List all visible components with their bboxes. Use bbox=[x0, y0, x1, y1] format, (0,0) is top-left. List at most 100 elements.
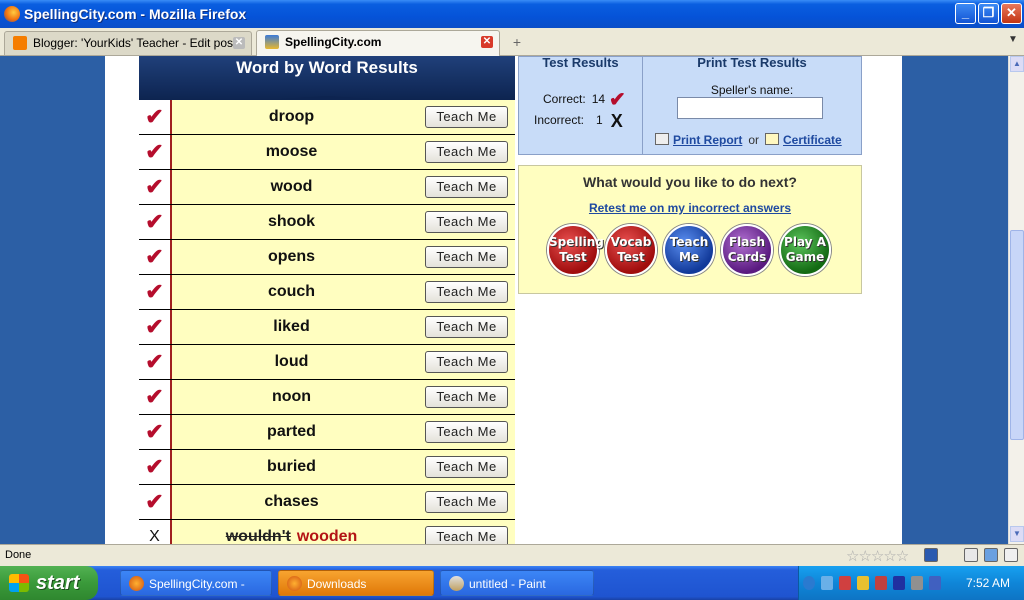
print-results-title: Print Test Results bbox=[697, 56, 807, 70]
windows-flag-icon bbox=[9, 574, 29, 592]
teach-me-button[interactable]: Teach Me bbox=[425, 386, 508, 408]
word-row: ✔ shook Teach Me bbox=[139, 205, 515, 240]
teach-me-button[interactable]: Teach Me bbox=[425, 106, 508, 128]
word-text: opens bbox=[267, 248, 316, 265]
certificate-link[interactable]: Certificate bbox=[783, 133, 842, 147]
test-results-panel: Test Results Correct: 14 ✔ Incorrect: 1 X Pr… bbox=[518, 56, 862, 155]
teach-me-button[interactable]: Teach Me bbox=[425, 491, 508, 513]
incorrect-count: 1 bbox=[596, 113, 603, 127]
task-downloads[interactable]: Downloads bbox=[278, 570, 434, 596]
teach-me-button[interactable]: Teach Me bbox=[425, 456, 508, 478]
teach-me-button[interactable]: Teach Me bbox=[425, 211, 508, 233]
tab-label: SpellingCity.com bbox=[285, 35, 382, 49]
word-text: moose bbox=[265, 143, 318, 160]
word-row: ✔ couch Teach Me bbox=[139, 275, 515, 310]
tray-app-icon[interactable] bbox=[929, 576, 941, 590]
teach-me-button[interactable]: Teach Me bbox=[425, 141, 508, 163]
spellingcity-icon bbox=[265, 35, 279, 49]
scroll-up-icon[interactable]: ▲ bbox=[1010, 56, 1024, 72]
teach-me-button[interactable]: Teach Me bbox=[425, 421, 508, 443]
restore-button[interactable]: ❐ bbox=[978, 3, 999, 24]
word-row: ✔ droop Teach Me bbox=[139, 100, 515, 135]
teach-me-button[interactable]: Teach Me bbox=[425, 176, 508, 198]
status-text: Done bbox=[5, 549, 32, 561]
tab-spellingcity[interactable]: SpellingCity.com ✕ bbox=[256, 30, 500, 56]
teach-me-button[interactable]: Teach Me bbox=[425, 246, 508, 268]
word-text: liked bbox=[273, 318, 310, 335]
security-icon[interactable] bbox=[839, 576, 851, 590]
tab-bar: Blogger: 'YourKids' Teacher - Edit post … bbox=[0, 28, 1024, 56]
tab-close-icon[interactable]: ✕ bbox=[233, 37, 245, 49]
vocab-test-button[interactable]: Vocab Test bbox=[605, 224, 657, 276]
teach-me-button[interactable]: Teach Me bbox=[425, 351, 508, 373]
window-icon[interactable] bbox=[964, 548, 978, 562]
system-tray: 7:52 AM bbox=[798, 566, 1024, 600]
task-firefox[interactable]: SpellingCity.com - Mo... bbox=[120, 570, 272, 596]
check-icon: ✔ bbox=[145, 174, 164, 199]
word-text: droop bbox=[268, 108, 315, 125]
scroll-thumb[interactable] bbox=[1010, 230, 1024, 440]
speaker-icon[interactable] bbox=[911, 576, 923, 590]
results-title: Word by Word Results bbox=[236, 58, 418, 77]
teach-me-button[interactable]: Teach Me bbox=[425, 281, 508, 303]
retest-link[interactable]: Retest me on my incorrect answers bbox=[519, 201, 861, 215]
incorrect-score: Incorrect: 1 X bbox=[534, 111, 623, 131]
misspelled-word: wouldn't bbox=[225, 528, 291, 544]
word-text: loud bbox=[274, 353, 309, 370]
printer-icon bbox=[655, 133, 669, 145]
start-button[interactable]: start bbox=[0, 566, 98, 600]
tab-blogger[interactable]: Blogger: 'YourKids' Teacher - Edit post … bbox=[4, 31, 252, 55]
check-icon: ✔ bbox=[145, 209, 164, 234]
browser-viewport: Word by Word Results ✔ droop Teach Me ✔ … bbox=[0, 56, 1008, 544]
mail-icon[interactable] bbox=[1004, 548, 1018, 562]
task-paint[interactable]: untitled - Paint bbox=[440, 570, 594, 596]
vertical-scrollbar[interactable]: ▲ ▼ bbox=[1008, 56, 1024, 544]
teach-me-button[interactable]: Teach Me bbox=[425, 316, 508, 338]
window-titlebar: SpellingCity.com - Mozilla Firefox _ ❐ ✕ bbox=[0, 0, 1024, 28]
bluetooth-icon[interactable] bbox=[893, 576, 905, 590]
word-text: wouldn't wooden bbox=[174, 520, 409, 544]
tab-label: Blogger: 'YourKids' Teacher - Edit post bbox=[33, 36, 237, 50]
minimize-button[interactable]: _ bbox=[955, 3, 976, 24]
x-icon: X bbox=[610, 111, 623, 131]
word-row: ✔ opens Teach Me bbox=[139, 240, 515, 275]
check-icon: ✔ bbox=[145, 489, 164, 514]
addon-icon[interactable] bbox=[924, 548, 938, 562]
word-text: parted bbox=[267, 423, 316, 440]
tab-close-icon[interactable]: ✕ bbox=[481, 36, 493, 48]
scroll-down-icon[interactable]: ▼ bbox=[1010, 526, 1024, 542]
close-button[interactable]: ✕ bbox=[1001, 3, 1022, 24]
blogger-icon bbox=[13, 36, 27, 50]
new-tab-icon[interactable]: + bbox=[506, 32, 528, 54]
play-a-game-button[interactable]: Play A Game bbox=[779, 224, 831, 276]
paint-icon bbox=[449, 576, 464, 591]
antivirus-icon[interactable] bbox=[875, 576, 887, 590]
print-report-link[interactable]: Print Report bbox=[673, 133, 742, 147]
shield-icon[interactable] bbox=[857, 576, 869, 590]
teach-me-button[interactable]: Teach Me bbox=[425, 526, 508, 544]
tab-list-arrow-icon[interactable]: ▼ bbox=[1008, 34, 1018, 45]
clock: 7:52 AM bbox=[965, 576, 1010, 590]
snowflake-icon[interactable] bbox=[984, 548, 998, 562]
correct-count: 14 bbox=[591, 92, 606, 106]
status-bar: Done ☆☆☆☆☆ bbox=[0, 544, 1024, 566]
flash-cards-button[interactable]: Flash Cards bbox=[721, 224, 773, 276]
x-icon: X bbox=[149, 528, 160, 544]
word-row: ✔ moose Teach Me bbox=[139, 135, 515, 170]
check-icon: ✔ bbox=[145, 349, 164, 374]
word-row: ✔ wood Teach Me bbox=[139, 170, 515, 205]
spelling-test-button[interactable]: Spelling Test bbox=[547, 224, 604, 276]
word-text: couch bbox=[267, 283, 316, 300]
network-icon[interactable] bbox=[821, 576, 833, 590]
check-icon: ✔ bbox=[145, 314, 164, 339]
rating-stars-icon[interactable]: ☆☆☆☆☆ bbox=[846, 547, 909, 565]
certificate-icon bbox=[765, 133, 780, 145]
window-title: SpellingCity.com - Mozilla Firefox bbox=[24, 6, 247, 22]
word-text: chases bbox=[264, 493, 319, 510]
chevron-left-icon[interactable] bbox=[803, 576, 815, 590]
taskbar: start SpellingCity.com - Mo... Downloads… bbox=[0, 566, 1024, 600]
word-row-incorrect: X wouldn't wooden Teach Me bbox=[139, 520, 515, 544]
word-text: wood bbox=[270, 178, 313, 195]
teach-me-round-button[interactable]: Teach Me bbox=[663, 224, 715, 276]
speller-name-input[interactable] bbox=[677, 97, 823, 119]
